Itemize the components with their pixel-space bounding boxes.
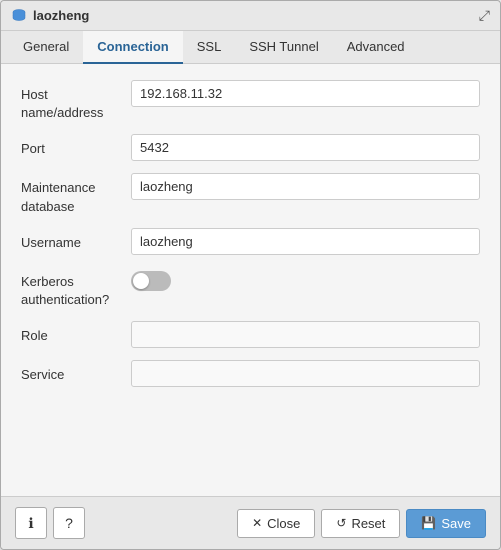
close-button[interactable]: ✕ Close: [237, 509, 315, 538]
toggle-thumb: [133, 273, 149, 289]
tab-ssh-tunnel[interactable]: SSH Tunnel: [235, 31, 332, 64]
save-label: Save: [441, 516, 471, 531]
kerberos-label: Kerberos authentication?: [21, 267, 131, 309]
host-input[interactable]: [131, 80, 480, 107]
role-field: [131, 321, 480, 348]
host-label: Host name/address: [21, 80, 131, 122]
service-field: [131, 360, 480, 387]
service-label: Service: [21, 360, 131, 384]
dialog-window: laozheng ⤢ General Connection SSL SSH Tu…: [0, 0, 501, 550]
username-label: Username: [21, 228, 131, 252]
help-button[interactable]: ?: [53, 507, 85, 539]
maintenance-db-label: Maintenance database: [21, 173, 131, 215]
form-content: Host name/address Port Maintenance datab…: [1, 64, 500, 496]
service-row: Service: [21, 360, 480, 387]
port-row: Port: [21, 134, 480, 161]
maintenance-db-field: [131, 173, 480, 200]
username-input[interactable]: [131, 228, 480, 255]
host-row: Host name/address: [21, 80, 480, 122]
help-icon: ?: [65, 515, 73, 531]
kerberos-row: Kerberos authentication?: [21, 267, 480, 309]
title-bar: laozheng ⤢: [1, 1, 500, 31]
port-field: [131, 134, 480, 161]
tab-bar: General Connection SSL SSH Tunnel Advanc…: [1, 31, 500, 64]
host-field: [131, 80, 480, 107]
info-button[interactable]: ℹ: [15, 507, 47, 539]
expand-button[interactable]: ⤢: [479, 7, 490, 24]
footer: ℹ ? ✕ Close ↺ Reset 💾 Save: [1, 496, 500, 549]
title-bar-left: laozheng: [11, 8, 89, 24]
port-input[interactable]: [131, 134, 480, 161]
footer-left: ℹ ?: [15, 507, 85, 539]
tab-ssl[interactable]: SSL: [183, 31, 236, 64]
tab-advanced[interactable]: Advanced: [333, 31, 419, 64]
toggle-track: [131, 271, 171, 291]
kerberos-field: [131, 267, 480, 291]
username-row: Username: [21, 228, 480, 255]
tab-connection[interactable]: Connection: [83, 31, 183, 64]
save-icon: 💾: [421, 516, 436, 530]
close-label: Close: [267, 516, 300, 531]
kerberos-toggle[interactable]: [131, 271, 171, 291]
reset-icon: ↺: [336, 516, 346, 530]
reset-label: Reset: [351, 516, 385, 531]
role-input[interactable]: [131, 321, 480, 348]
username-field: [131, 228, 480, 255]
service-input[interactable]: [131, 360, 480, 387]
footer-right: ✕ Close ↺ Reset 💾 Save: [237, 509, 486, 538]
close-icon: ✕: [252, 516, 262, 530]
port-label: Port: [21, 134, 131, 158]
tab-general[interactable]: General: [9, 31, 83, 64]
database-icon: [11, 8, 27, 24]
maintenance-db-row: Maintenance database: [21, 173, 480, 215]
save-button[interactable]: 💾 Save: [406, 509, 486, 538]
role-row: Role: [21, 321, 480, 348]
role-label: Role: [21, 321, 131, 345]
window-title: laozheng: [33, 8, 89, 23]
reset-button[interactable]: ↺ Reset: [321, 509, 400, 538]
maintenance-db-input[interactable]: [131, 173, 480, 200]
info-icon: ℹ: [28, 515, 33, 532]
